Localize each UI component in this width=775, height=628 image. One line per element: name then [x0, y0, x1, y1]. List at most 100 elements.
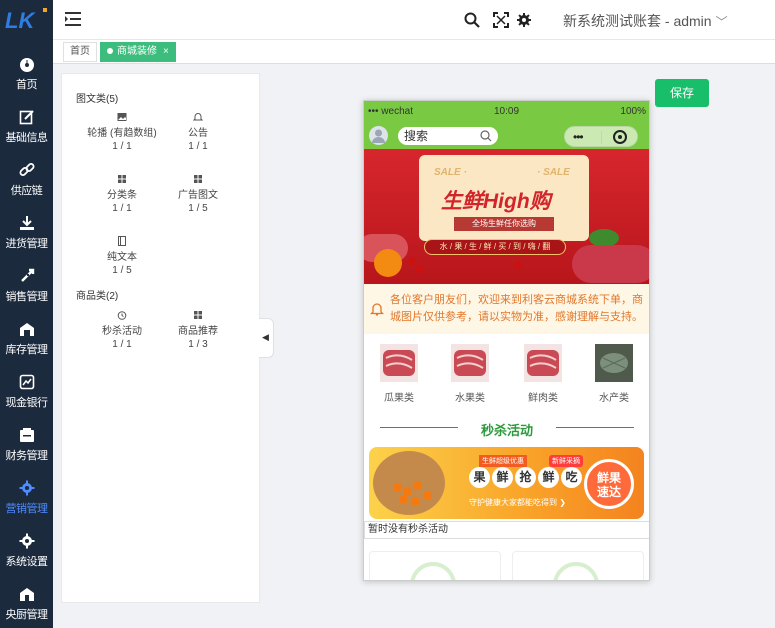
component-name: 秒杀活动: [102, 326, 142, 337]
component-plain-text[interactable]: 纯文本 1 / 5: [82, 236, 162, 276]
sidebar-item-label: 基础信息: [5, 132, 49, 144]
orange-image: [374, 249, 402, 277]
banner-subline: 全场生鲜任你选购: [454, 217, 554, 231]
sidebar: LK 首页 基础信息 供应链 进货管理 销售管理 库存管理 现金银行 财务管理 …: [0, 0, 53, 628]
promo-char: 吃: [561, 467, 582, 488]
account-name: 新系统测试账套 - admin: [563, 13, 712, 29]
product-card[interactable]: [369, 551, 501, 580]
settings-icon: [19, 533, 34, 549]
sidebar-item-purchase[interactable]: 进货管理: [0, 203, 53, 255]
badge-line: 速达: [596, 485, 621, 499]
promo-char: 果: [469, 467, 490, 488]
sidebar-item-label: 财务管理: [5, 450, 49, 462]
tab-mall-decoration[interactable]: 商城装修 ×: [100, 42, 176, 62]
kitchen-icon: [19, 588, 34, 601]
meat-image: [572, 245, 649, 283]
component-count: 1 / 1: [112, 203, 132, 214]
meat-thumbnail-icon: [380, 344, 418, 382]
category-item[interactable]: 水果类: [445, 344, 495, 404]
collapse-panel-button[interactable]: ◀: [259, 318, 274, 358]
grid-icon: [194, 311, 202, 319]
component-count: 1 / 1: [112, 141, 132, 152]
sidebar-item-cash-bank[interactable]: 现金银行: [0, 362, 53, 414]
svg-text:LK: LK: [5, 8, 36, 33]
sidebar-item-label: 营销管理: [5, 503, 49, 515]
cherry-image: [408, 257, 416, 265]
seckill-promo-banner[interactable]: 生鲜超级优惠 新鲜采摘 果鲜抢鲜吃 守护健康大家都能吃得到 ❯ 鲜果 速达: [369, 447, 644, 519]
grid-icon: [118, 175, 126, 183]
meat-thumbnail-icon: [451, 344, 489, 382]
category-item[interactable]: 鲜肉类: [518, 344, 568, 404]
component-seckill[interactable]: 秒杀活动 1 / 1: [82, 310, 162, 350]
banner-headline: 生鲜High购: [441, 190, 551, 213]
sidebar-item-label: 系统设置: [5, 556, 49, 568]
component-carousel[interactable]: 轮播 (有趋数组) 1 / 1: [82, 112, 162, 152]
top-header: 新系统测试账套 - admin ﹀: [53, 0, 775, 40]
sidebar-item-finance[interactable]: 财务管理: [0, 415, 53, 467]
sidebar-item-inventory[interactable]: 库存管理: [0, 309, 53, 361]
clock-icon: [117, 311, 127, 320]
component-count: 1 / 1: [188, 141, 208, 152]
cherry-image: [416, 265, 424, 273]
fruit-image: [411, 497, 420, 506]
promo-characters: 果鲜抢鲜吃: [469, 467, 584, 488]
component-notice[interactable]: 公告 1 / 1: [158, 112, 238, 152]
tab-label: 首页: [70, 46, 90, 57]
component-count: 1 / 5: [112, 265, 132, 276]
component-name: 广告图文: [178, 190, 218, 201]
product-card[interactable]: [512, 551, 644, 580]
component-category-bar[interactable]: 分类条 1 / 1: [82, 174, 162, 214]
component-product-recommend[interactable]: 商品推荐 1 / 3: [158, 310, 238, 350]
search-icon[interactable]: [464, 12, 480, 28]
component-ad-image[interactable]: 广告图文 1 / 5: [158, 174, 238, 214]
category-label: 鲜肉类: [528, 393, 558, 404]
close-target-icon[interactable]: [613, 130, 627, 144]
component-count: 1 / 1: [112, 339, 132, 350]
sidebar-item-supply-chain[interactable]: 供应链: [0, 150, 53, 202]
settings-icon[interactable]: [516, 12, 532, 28]
caret-left-icon: ◀: [262, 332, 269, 342]
search-icon: [480, 130, 492, 142]
sidebar-item-system-settings[interactable]: 系统设置: [0, 521, 53, 573]
banner-card: SALE · · SALE 生鲜High购 全场生鲜任你选购: [419, 155, 589, 241]
sidebar-item-label: 首页: [16, 79, 38, 91]
carousel-banner[interactable]: SALE · · SALE 生鲜High购 全场生鲜任你选购 水 / 果 / 生…: [364, 149, 649, 284]
sale-text: SALE ·: [434, 167, 467, 178]
user-icon: [372, 129, 385, 143]
sidebar-item-marketing[interactable]: 营销管理: [0, 468, 53, 520]
avatar[interactable]: [369, 126, 388, 145]
tab-bar: 首页 商城装修 ×: [53, 40, 775, 64]
tab-home[interactable]: 首页: [63, 42, 97, 62]
signal-text: ••• wechat: [368, 106, 413, 117]
notice-bar: 各位客户朋友们，欢迎来到利客云商城系统下单，商城图片仅供参考，请以实物为准，感谢…: [364, 284, 649, 334]
bell-icon: [193, 113, 203, 121]
category-item[interactable]: 瓜果类: [374, 344, 424, 404]
gear-icon: [19, 480, 34, 496]
sidebar-item-home[interactable]: 首页: [0, 44, 53, 96]
sidebar-item-sales[interactable]: 销售管理: [0, 256, 53, 308]
promo-char: 抢: [515, 467, 536, 488]
more-icon[interactable]: •••: [573, 130, 584, 144]
sidebar-item-label: 现金银行: [5, 397, 49, 409]
miniprogram-capsule[interactable]: •••: [564, 126, 638, 147]
sidebar-item-basic-info[interactable]: 基础信息: [0, 97, 53, 149]
account-dropdown[interactable]: 新系统测试账套 - admin ﹀: [563, 11, 728, 31]
save-button[interactable]: 保存: [655, 79, 709, 107]
close-icon[interactable]: ×: [163, 46, 169, 57]
group-title: 商品类(2): [76, 291, 119, 302]
component-name: 轮播 (有趋数组): [87, 128, 157, 139]
edit-icon: [19, 110, 34, 125]
fullscreen-icon[interactable]: [493, 12, 509, 28]
component-name: 商品推荐: [178, 326, 218, 337]
cherry-image: [514, 261, 522, 269]
bell-icon: [370, 303, 384, 316]
menu-toggle-icon[interactable]: [65, 12, 81, 26]
promo-char: 鲜: [538, 467, 559, 488]
dashboard-icon: [19, 58, 34, 72]
phone-search-input[interactable]: 搜索: [398, 127, 498, 145]
capsule-divider: [601, 131, 602, 144]
category-item[interactable]: 水产类: [589, 344, 639, 404]
sidebar-item-central-kitchen[interactable]: 央厨管理: [0, 574, 53, 626]
category-label: 水产类: [599, 393, 629, 404]
fruit-image: [413, 481, 422, 490]
